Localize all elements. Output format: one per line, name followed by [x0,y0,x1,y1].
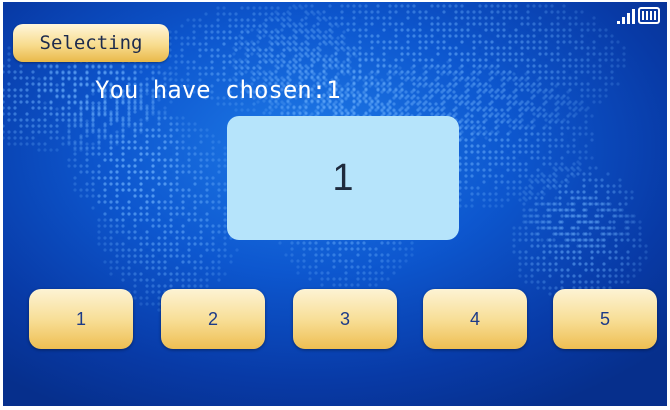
signal-bars-icon [617,9,635,24]
option-button-5[interactable]: 5 [553,289,657,349]
screen: Selecting You have chosen:1 1 1 2 3 4 5 [3,2,667,406]
battery-icon [638,7,660,24]
chosen-label: You have chosen:1 [95,76,341,104]
status-indicators [617,7,660,24]
option-button-1[interactable]: 1 [29,289,133,349]
status-badge: Selecting [13,24,169,62]
selection-display: 1 [227,116,459,240]
option-button-4[interactable]: 4 [423,289,527,349]
device-frame: Selecting You have chosen:1 1 1 2 3 4 5 [0,0,670,410]
option-button-2[interactable]: 2 [161,289,265,349]
option-button-3[interactable]: 3 [293,289,397,349]
